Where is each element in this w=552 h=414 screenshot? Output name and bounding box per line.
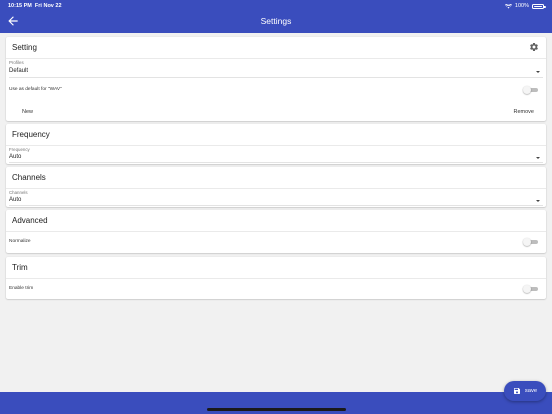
channels-select[interactable]: Auto — [9, 197, 21, 203]
channels-dropdown-arrow-icon[interactable] — [536, 200, 540, 202]
profiles-select[interactable]: Default — [9, 68, 28, 74]
channels-label: Channels — [9, 190, 28, 195]
normalize-toggle[interactable] — [523, 238, 538, 246]
channels-header: Channels — [6, 167, 546, 189]
channels-title: Channels — [12, 173, 46, 182]
profiles-label: Profiles — [9, 60, 24, 65]
advanced-title: Advanced — [12, 216, 48, 225]
frequency-label: Frequency — [9, 147, 30, 152]
enable-trim-label: Enable trim — [9, 286, 34, 291]
battery-icon — [532, 3, 546, 9]
advanced-header: Advanced — [6, 210, 546, 232]
frequency-underline — [9, 162, 543, 163]
default-wav-label: Use as default for "WAV" — [9, 87, 62, 92]
profiles-underline — [9, 77, 543, 78]
save-icon — [513, 388, 520, 394]
frequency-card: Frequency Frequency Auto — [6, 124, 546, 164]
setting-card: Setting Profiles Default Use as default … — [6, 37, 546, 121]
setting-header: Setting — [6, 37, 546, 59]
wifi-icon — [504, 3, 512, 8]
frequency-header: Frequency — [6, 124, 546, 146]
profiles-dropdown-arrow-icon[interactable] — [536, 71, 540, 73]
gear-icon[interactable] — [529, 42, 539, 52]
status-time: 10:15 PM Fri Nov 22 — [8, 3, 62, 9]
frequency-dropdown-arrow-icon[interactable] — [536, 157, 540, 159]
trim-title: Trim — [12, 263, 28, 272]
new-button[interactable]: New — [22, 109, 33, 115]
page-title: Settings — [260, 16, 292, 26]
setting-title: Setting — [12, 43, 37, 52]
enable-trim-toggle[interactable] — [523, 285, 538, 293]
frequency-select[interactable]: Auto — [9, 154, 21, 160]
home-indicator — [207, 408, 346, 411]
app-bar: 10:15 PM Fri Nov 22 100% Settings — [0, 0, 552, 33]
status-indicators: 100% — [504, 3, 546, 9]
trim-card: Trim Enable trim — [6, 257, 546, 299]
channels-card: Channels Channels Auto — [6, 167, 546, 207]
bottom-bar — [0, 392, 552, 414]
default-wav-toggle[interactable] — [523, 86, 538, 94]
save-label: save — [524, 388, 538, 394]
channels-underline — [9, 205, 543, 206]
battery-percent: 100% — [514, 3, 529, 9]
save-button[interactable]: save — [504, 381, 546, 401]
normalize-label: Normalize — [9, 239, 31, 244]
remove-button[interactable]: Remove — [514, 109, 534, 115]
advanced-card: Advanced Normalize — [6, 210, 546, 253]
frequency-title: Frequency — [12, 130, 50, 139]
trim-header: Trim — [6, 257, 546, 279]
